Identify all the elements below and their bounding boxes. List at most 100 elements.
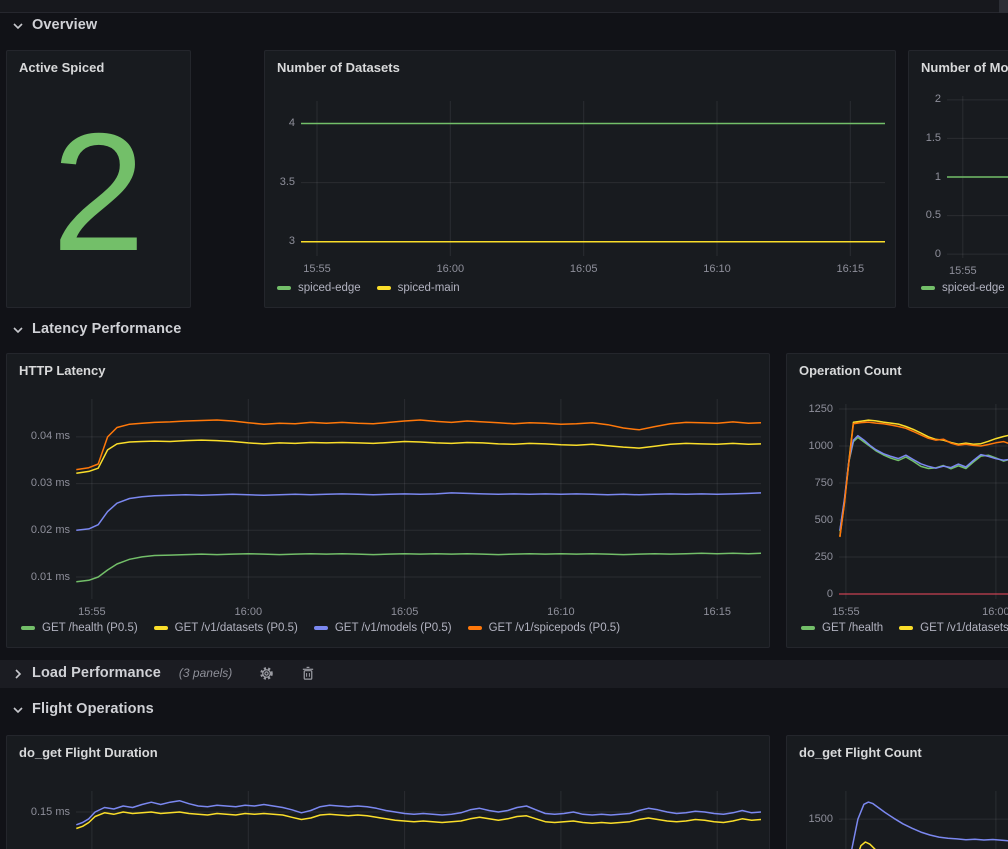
scrollbar-thumb[interactable] [999, 0, 1008, 13]
panel-title[interactable]: Number of Datasets [265, 51, 895, 81]
section-title: Latency Performance [32, 321, 181, 337]
legend-swatch [801, 626, 815, 630]
legend-label: GET /v1/models (P0.5) [335, 622, 452, 634]
section-header-latency-performance[interactable]: Latency Performance [12, 321, 181, 337]
do-get-flight-duration-chart[interactable]: 0.15 ms15:5516:0016:0516:1016:15 [76, 791, 761, 849]
panel-count-label: (3 panels) [179, 666, 232, 680]
y-tick-label: 750 [775, 476, 833, 491]
trash-icon[interactable] [300, 665, 316, 681]
top-toolbar [0, 0, 1008, 13]
panel-do-get-flight-count: do_get Flight Count 150015:5516:0016:05 [786, 735, 1008, 849]
x-tick-label: 16:15 [820, 262, 880, 277]
y-tick-label: 500 [775, 513, 833, 528]
legend-item[interactable]: GET /v1/spicepods (P0.5) [468, 622, 620, 634]
legend-item[interactable]: GET /v1/datasets (P0.5) [154, 622, 298, 634]
legend-item[interactable]: GET /v1/datasets [899, 622, 1008, 634]
y-tick-label: 0.5 [883, 208, 941, 223]
stat-value: 2 [7, 85, 190, 299]
legend-item[interactable]: GET /health (P0.5) [21, 622, 138, 634]
x-tick-label: 16:05 [554, 262, 614, 277]
legend-item[interactable]: GET /v1/models (P0.5) [314, 622, 452, 634]
chevron-down-icon [12, 323, 24, 335]
x-tick-label: 16:10 [687, 262, 747, 277]
x-tick-label: 15:55 [62, 605, 122, 620]
legend-label: GET /v1/datasets (P0.5) [175, 622, 298, 634]
panel-active-spiced: Active Spiced 2 [6, 50, 191, 308]
panel-http-latency: HTTP Latency 0.01 ms0.02 ms0.03 ms0.04 m… [6, 353, 770, 648]
legend-swatch [921, 286, 935, 290]
legend-swatch [377, 286, 391, 290]
panel-title[interactable]: do_get Flight Count [787, 736, 1008, 766]
chart-canvas [839, 404, 1008, 599]
number-of-models-chart[interactable]: 00.511.5215:5516:00 [947, 96, 1008, 258]
chevron-down-icon [12, 19, 24, 31]
panel-title[interactable]: Operation Count [787, 354, 1008, 384]
legend-label: GET /v1/spicepods (P0.5) [489, 622, 620, 634]
section-title: Overview [32, 17, 97, 33]
panel-do-get-flight-duration: do_get Flight Duration 0.15 ms15:5516:00… [6, 735, 770, 849]
y-tick-label: 3 [237, 234, 295, 249]
section-title: Flight Operations [32, 701, 154, 717]
series-line [76, 440, 761, 473]
series-line [847, 842, 1008, 849]
legend-label: spiced-edge [298, 282, 361, 294]
gear-icon[interactable] [258, 665, 274, 681]
x-tick-label: 16:00 [420, 262, 480, 277]
y-tick-label: 3.5 [237, 175, 295, 190]
legend-swatch [154, 626, 168, 630]
y-tick-label: 0.02 ms [12, 523, 70, 538]
series-line [76, 420, 761, 470]
y-tick-label: 0 [775, 587, 833, 602]
do-get-flight-count-chart[interactable]: 150015:5516:0016:05 [839, 791, 1008, 849]
panel-title[interactable]: do_get Flight Duration [7, 736, 769, 766]
y-tick-label: 0.04 ms [12, 429, 70, 444]
number-of-datasets-chart[interactable]: 33.5415:5516:0016:0516:1016:15 [301, 101, 885, 256]
panel-operation-count: Operation Count 02505007501000125015:551… [786, 353, 1008, 648]
section-header-overview[interactable]: Overview [12, 17, 97, 33]
x-tick-label: 15:55 [816, 605, 876, 620]
panel-title[interactable]: HTTP Latency [7, 354, 769, 384]
series-line [840, 420, 1008, 536]
legend-item[interactable]: GET /health [801, 622, 883, 634]
series-line [840, 437, 1008, 531]
legend: spiced-edge spiced-main [277, 282, 460, 294]
y-tick-label: 250 [775, 550, 833, 565]
chart-canvas [301, 101, 885, 256]
legend-swatch [21, 626, 35, 630]
x-tick-label: 16:00 [966, 605, 1008, 620]
legend-swatch [277, 286, 291, 290]
panel-title[interactable]: Active Spiced [7, 51, 190, 81]
section-header-flight-operations[interactable]: Flight Operations [12, 701, 154, 717]
legend-label: spiced-main [398, 282, 460, 294]
section-title: Load Performance [32, 665, 161, 681]
y-tick-label: 0.03 ms [12, 476, 70, 491]
y-tick-label: 1250 [775, 402, 833, 417]
panel-number-of-datasets: Number of Datasets 33.5415:5516:0016:051… [264, 50, 896, 308]
legend-item[interactable]: spiced-edge [921, 282, 1005, 294]
legend-label: GET /v1/datasets [920, 622, 1008, 634]
x-tick-label: 15:55 [933, 264, 993, 279]
legend-label: GET /health [822, 622, 883, 634]
series-line [76, 493, 761, 530]
chart-canvas [76, 791, 761, 849]
panel-title[interactable]: Number of Models [909, 51, 1008, 81]
chart-canvas [76, 399, 761, 599]
legend-swatch [314, 626, 328, 630]
y-tick-label: 4 [237, 116, 295, 131]
legend-label: spiced-edge [942, 282, 1005, 294]
legend: GET /healthGET /v1/datasetsGET /v1/model… [801, 622, 1008, 634]
section-header-load-performance[interactable]: Load Performance (3 panels) [12, 665, 316, 681]
y-tick-label: 0.15 ms [12, 805, 70, 820]
y-tick-label: 1500 [775, 812, 833, 827]
legend: spiced-edge [921, 282, 1005, 294]
chart-canvas [839, 791, 1008, 849]
legend-label: GET /health (P0.5) [42, 622, 138, 634]
panel-number-of-models: Number of Models 00.511.5215:5516:00 spi… [908, 50, 1008, 308]
legend-item[interactable]: spiced-main [377, 282, 460, 294]
operation-count-chart[interactable]: 02505007501000125015:5516:0016:05 [839, 404, 1008, 599]
legend-item[interactable]: spiced-edge [277, 282, 361, 294]
http-latency-chart[interactable]: 0.01 ms0.02 ms0.03 ms0.04 ms15:5516:0016… [76, 399, 761, 599]
legend-swatch [468, 626, 482, 630]
x-tick-label: 16:15 [687, 605, 747, 620]
grafana-dashboard: Overview Active Spiced 2 Number of Datas… [0, 0, 1008, 849]
